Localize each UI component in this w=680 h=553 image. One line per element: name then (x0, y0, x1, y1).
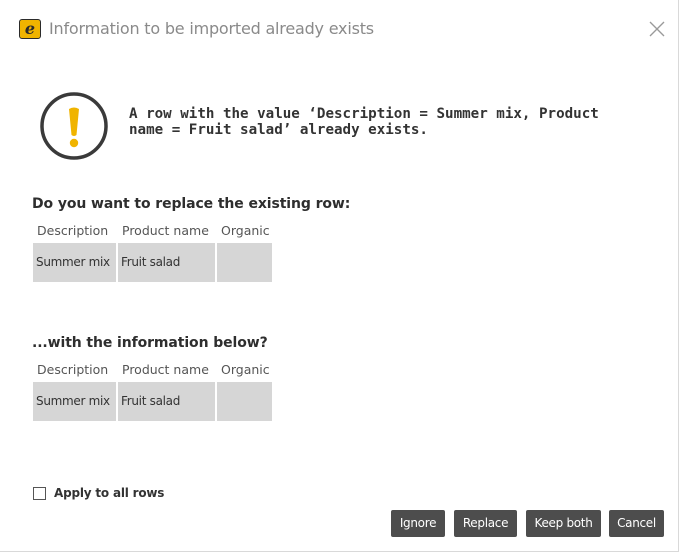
message-line-2: name = Fruit salad’ already exists. (129, 122, 428, 138)
column-header-organic: Organic (221, 362, 270, 377)
close-button[interactable] (644, 16, 670, 42)
apply-to-all-rows-label: Apply to all rows (54, 486, 165, 500)
column-header-organic: Organic (221, 223, 270, 238)
apply-to-all-rows-checkbox[interactable] (33, 486, 46, 500)
existing-cell-description: Summer mix (33, 243, 116, 282)
incoming-cell-product-name: Fruit salad (118, 382, 215, 421)
column-header-description: Description (37, 362, 109, 377)
incoming-cell-organic (217, 382, 272, 421)
existing-row-heading: Do you want to replace the existing row: (32, 196, 351, 212)
close-icon (649, 21, 665, 37)
keep-both-button[interactable]: Keep both (526, 510, 601, 537)
title-bar: e Information to be imported already exi… (0, 0, 678, 58)
incoming-row-heading: ...with the information below? (32, 335, 268, 351)
apply-to-all-rows-option[interactable]: Apply to all rows (33, 486, 164, 500)
existing-row-table: Description Product name Organic Summer … (33, 221, 272, 282)
warning-icon (40, 92, 108, 160)
incoming-cell-description: Summer mix (33, 382, 116, 421)
existing-cell-organic (217, 243, 272, 282)
incoming-row-table: Description Product name Organic Summer … (33, 360, 272, 421)
column-header-product-name: Product name (122, 223, 209, 238)
cancel-button[interactable]: Cancel (609, 510, 664, 537)
dialog-title: Information to be imported already exist… (49, 19, 374, 38)
column-header-product-name: Product name (122, 362, 209, 377)
existing-cell-product-name: Fruit salad (118, 243, 215, 282)
app-logo-icon: e (19, 19, 41, 39)
ignore-button[interactable]: Ignore (391, 510, 445, 537)
column-header-description: Description (37, 223, 109, 238)
conflict-message: A row with the value ‘Description = Summ… (129, 106, 629, 138)
message-line-1: A row with the value ‘Description = Summ… (129, 106, 599, 122)
replace-button[interactable]: Replace (454, 510, 517, 537)
import-conflict-dialog: e Information to be imported already exi… (0, 0, 679, 552)
